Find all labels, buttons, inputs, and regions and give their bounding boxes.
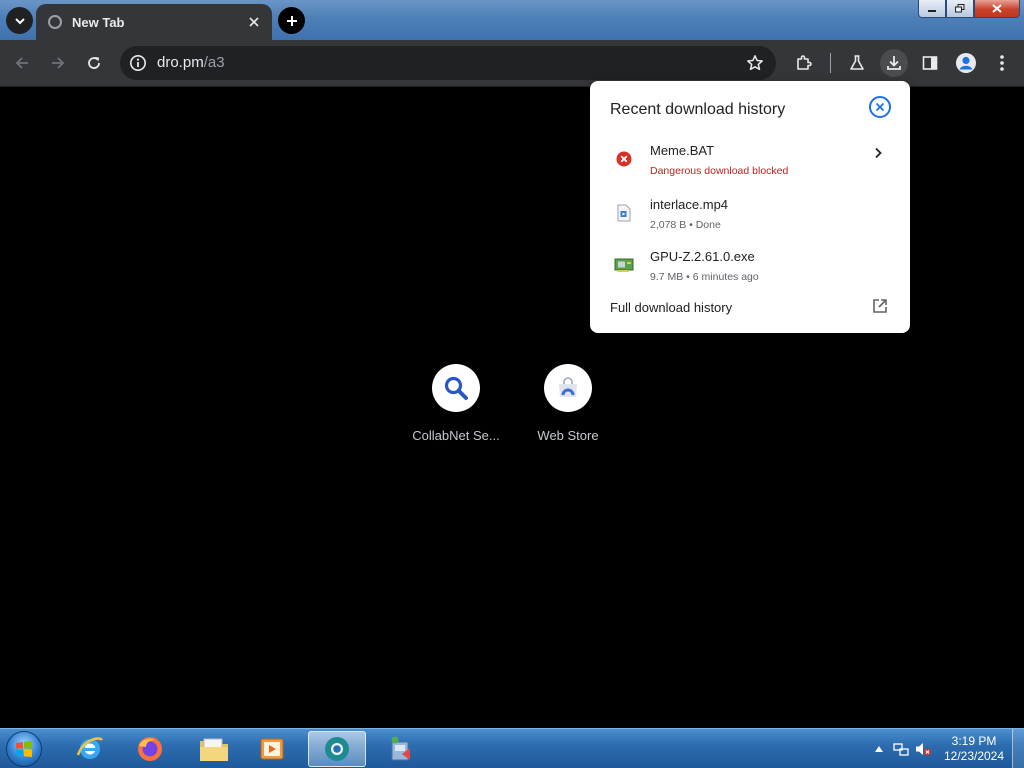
shortcut-web-store[interactable]: Web Store <box>512 364 624 443</box>
extensions-button[interactable] <box>790 49 818 77</box>
side-panel-icon <box>922 56 938 70</box>
toolbar-divider <box>830 53 831 73</box>
minimize-icon <box>928 9 936 12</box>
shortcut-icon-tile <box>432 364 480 412</box>
media-player-icon <box>260 738 284 760</box>
chevron-down-icon <box>14 17 25 24</box>
shortcut-collabnet[interactable]: CollabNet Se... <box>400 364 512 443</box>
download-filename: GPU-Z.2.61.0.exe <box>650 249 755 264</box>
profile-button[interactable] <box>952 49 980 77</box>
plus-icon <box>286 15 297 26</box>
show-desktop-button[interactable] <box>1012 729 1024 768</box>
tab-close-button[interactable] <box>244 12 264 32</box>
internet-explorer-icon <box>76 737 103 759</box>
show-hidden-icons-button[interactable] <box>868 738 890 760</box>
download-bubble: Recent download history Meme.BAT Dangero… <box>590 81 910 333</box>
installer-icon <box>391 736 410 761</box>
close-icon <box>875 102 885 112</box>
site-info-icon[interactable] <box>128 53 148 73</box>
menu-button[interactable] <box>988 49 1016 77</box>
bookmark-star-button[interactable] <box>744 52 766 74</box>
reload-button[interactable] <box>80 49 108 77</box>
more-vertical-icon <box>1000 55 1004 71</box>
download-item[interactable]: GPU-Z.2.61.0.exe 9.7 MB • 6 minutes ago <box>590 247 910 295</box>
restore-button[interactable] <box>946 0 974 18</box>
chrome-canary-icon <box>325 737 349 761</box>
forward-button[interactable] <box>44 49 72 77</box>
windows-logo-icon <box>16 741 32 757</box>
taskbar-clock[interactable]: 3:19 PM 12/23/2024 <box>938 734 1010 764</box>
taskbar-internet-explorer[interactable] <box>64 731 116 767</box>
taskbar-file-explorer[interactable] <box>188 731 240 767</box>
downloads-button[interactable] <box>880 49 908 77</box>
download-item[interactable]: Meme.BAT Dangerous download blocked <box>590 141 910 189</box>
download-bubble-close-button[interactable] <box>869 96 891 118</box>
download-filename: interlace.mp4 <box>650 197 729 212</box>
globe-icon <box>48 15 62 29</box>
chevron-right-icon <box>875 147 882 159</box>
shortcut-icon-tile <box>544 364 592 412</box>
url-path: /a3 <box>203 54 225 71</box>
address-bar[interactable]: dro.pm/a3 <box>120 46 776 80</box>
search-icon <box>444 376 468 400</box>
download-icon <box>887 56 901 70</box>
clock-time: 3:19 PM <box>951 734 997 748</box>
close-icon <box>992 4 1002 13</box>
download-bubble-title: Recent download history <box>610 101 786 118</box>
arrow-right-icon <box>52 57 65 69</box>
tab-title: New Tab <box>72 14 125 30</box>
download-filename: Meme.BAT <box>650 143 715 158</box>
browser-toolbar: dro.pm/a3 <box>0 40 1024 87</box>
download-status: 2,078 B • Done <box>650 219 721 231</box>
close-icon <box>249 17 259 27</box>
taskbar-media-player[interactable] <box>246 731 298 767</box>
back-button[interactable] <box>8 49 36 77</box>
system-tray <box>868 729 934 768</box>
taskbar-firefox[interactable] <box>124 731 176 767</box>
download-item[interactable]: interlace.mp4 2,078 B • Done <box>590 195 910 243</box>
full-download-history-link[interactable]: Full download history <box>610 300 732 315</box>
tab-new-tab[interactable]: New Tab <box>36 4 272 40</box>
avatar-icon <box>956 53 976 73</box>
windows-taskbar: 3:19 PM 12/23/2024 <box>0 728 1024 768</box>
volume-muted-icon <box>916 743 931 756</box>
web-store-icon <box>559 377 577 397</box>
download-status: Dangerous download blocked <box>650 165 789 177</box>
arrow-left-icon <box>15 57 28 69</box>
star-icon <box>747 55 763 71</box>
flask-icon <box>850 55 864 70</box>
download-status: 9.7 MB • 6 minutes ago <box>650 271 759 283</box>
window-controls <box>918 0 1020 18</box>
taskbar-installer[interactable] <box>374 731 426 767</box>
window-title-bar: New Tab <box>0 0 1024 40</box>
reload-icon <box>88 57 100 69</box>
network-tray-icon[interactable] <box>890 738 912 760</box>
minimize-button[interactable] <box>918 0 946 18</box>
open-in-new-icon[interactable] <box>871 297 889 315</box>
new-tab-button[interactable] <box>278 7 305 34</box>
shortcut-label: CollabNet Se... <box>412 428 500 443</box>
url-host: dro.pm <box>157 54 204 71</box>
close-window-button[interactable] <box>974 0 1020 18</box>
error-icon <box>614 149 634 169</box>
labs-button[interactable] <box>843 49 871 77</box>
file-explorer-icon <box>200 738 228 761</box>
volume-tray-icon[interactable] <box>912 738 934 760</box>
gpu-card-icon <box>614 255 634 275</box>
clock-date: 12/23/2024 <box>943 749 1005 763</box>
network-icon <box>893 743 909 756</box>
shortcut-label: Web Store <box>537 428 599 443</box>
side-panel-button[interactable] <box>916 49 944 77</box>
taskbar-browser-active[interactable] <box>308 731 366 767</box>
url-text[interactable]: dro.pm/a3 <box>157 54 225 71</box>
firefox-icon <box>138 737 162 761</box>
download-details-button[interactable] <box>870 145 886 161</box>
tab-search-button[interactable] <box>6 7 33 34</box>
restore-icon <box>955 4 965 13</box>
video-file-icon <box>614 203 634 223</box>
start-button[interactable] <box>6 731 42 767</box>
puzzle-icon <box>797 55 812 70</box>
caret-up-icon <box>875 746 883 752</box>
